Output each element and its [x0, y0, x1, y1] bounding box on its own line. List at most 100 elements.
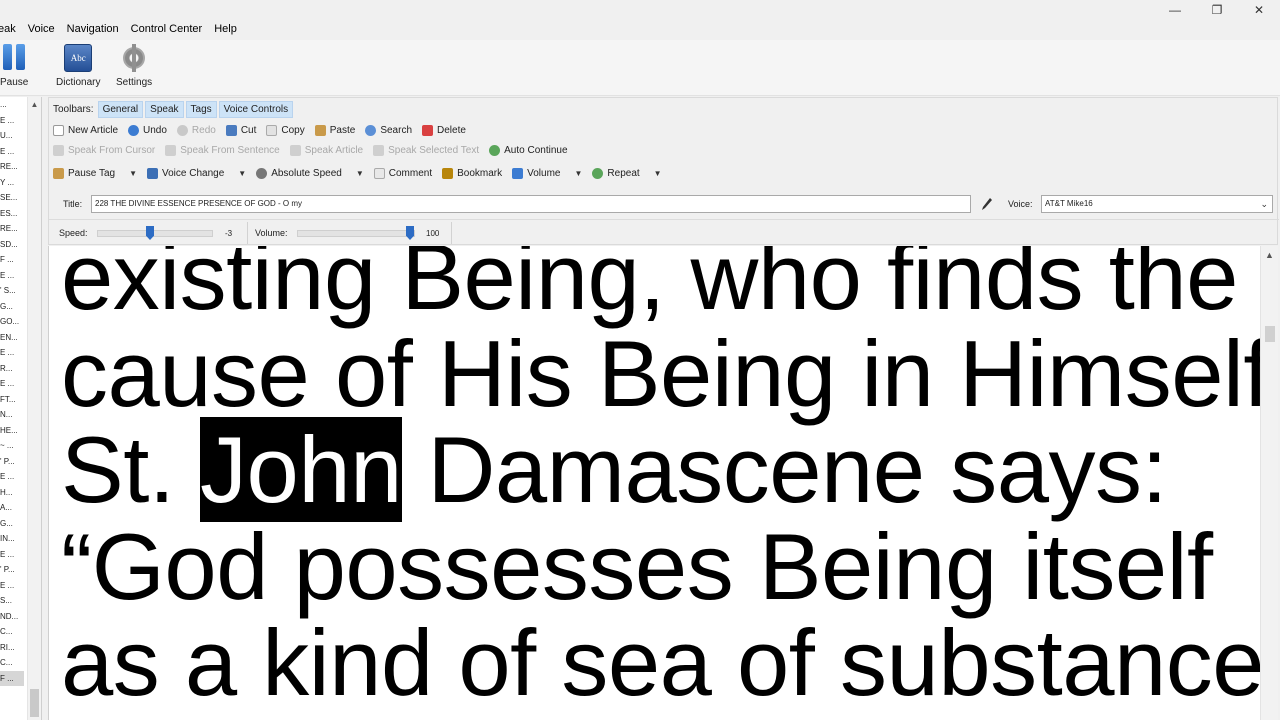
undo-button[interactable]: Undo: [128, 125, 167, 136]
tree-item[interactable]: G...: [0, 299, 24, 315]
menu-help[interactable]: Help: [208, 23, 243, 35]
comment-button[interactable]: Comment: [373, 168, 432, 179]
volume-button[interactable]: Volume ▼: [512, 168, 582, 179]
menu-bar: eak Voice Navigation Control Center Help: [0, 18, 243, 40]
pause-icon: [0, 44, 28, 72]
tree-item[interactable]: ' S...: [0, 283, 24, 299]
restore-button[interactable]: ❐: [1196, 0, 1238, 20]
tree-item[interactable]: ES...: [0, 206, 24, 222]
tree-item[interactable]: IN...: [0, 531, 24, 547]
close-button[interactable]: ✕: [1238, 0, 1280, 20]
document-scrollbar[interactable]: ▲: [1260, 246, 1278, 720]
tab-speak[interactable]: Speak: [145, 101, 184, 118]
tree-item[interactable]: SD...: [0, 237, 24, 253]
pen-icon[interactable]: [981, 197, 993, 211]
absolute-speed-button[interactable]: Absolute Speed ▼: [256, 168, 364, 179]
tree-item[interactable]: RE...: [0, 159, 24, 175]
tree-item[interactable]: SE...: [0, 190, 24, 206]
paste-button[interactable]: Paste: [314, 125, 355, 136]
repeat-button[interactable]: Repeat ▼: [592, 168, 662, 179]
tree-item[interactable]: HE...: [0, 423, 24, 439]
tree-item[interactable]: ...: [0, 97, 24, 113]
volume-slider[interactable]: [297, 226, 415, 240]
tree-scrollbar[interactable]: ▲: [27, 97, 41, 720]
chevron-down-icon[interactable]: ▼: [129, 169, 137, 178]
tree-item[interactable]: RE...: [0, 221, 24, 237]
chevron-down-icon[interactable]: ▼: [574, 169, 582, 178]
delete-button[interactable]: Delete: [422, 125, 466, 136]
tree-item[interactable]: E ...: [0, 268, 24, 284]
tree-item[interactable]: R...: [0, 361, 24, 377]
tree-item[interactable]: S...: [0, 593, 24, 609]
speak-from-cursor-button[interactable]: Speak From Cursor: [53, 145, 155, 156]
speak-from-sentence-button[interactable]: Speak From Sentence: [165, 145, 280, 156]
comment-icon: [373, 168, 385, 179]
tree-item[interactable]: E ...: [0, 113, 24, 129]
tree-item[interactable]: A...: [0, 500, 24, 516]
tree-item[interactable]: E ...: [0, 547, 24, 563]
tree-item[interactable]: ~ ...: [0, 438, 24, 454]
chevron-down-icon[interactable]: ▼: [238, 169, 246, 178]
tab-tags[interactable]: Tags: [185, 101, 217, 118]
settings-label: Settings: [116, 77, 153, 88]
menu-voice[interactable]: Voice: [22, 23, 61, 35]
tree-item[interactable]: Y ...: [0, 175, 24, 191]
tab-voice-controls[interactable]: Voice Controls: [218, 101, 294, 118]
tree-item[interactable]: E ...: [0, 578, 24, 594]
dictionary-label: Dictionary: [56, 77, 101, 88]
document-view[interactable]: existing Being, who finds the cause of H…: [48, 246, 1260, 720]
scroll-up-icon[interactable]: ▲: [28, 97, 41, 113]
speed-slider-thumb[interactable]: [146, 226, 154, 240]
tree-item[interactable]: H...: [0, 485, 24, 501]
tree-item[interactable]: E ...: [0, 376, 24, 392]
undo-icon: [128, 125, 140, 136]
tree-item[interactable]: F ...: [0, 670, 24, 686]
menu-navigation[interactable]: Navigation: [61, 23, 125, 35]
tree-item[interactable]: C...: [0, 655, 24, 671]
minimize-button[interactable]: —: [1154, 0, 1196, 20]
tree-item[interactable]: ND...: [0, 609, 24, 625]
pause-button[interactable]: Pause: [0, 44, 28, 88]
pause-tag-button[interactable]: Pause Tag ▼: [53, 168, 137, 179]
voice-select[interactable]: AT&T Mike16 ⌄: [1041, 195, 1273, 213]
speed-slider[interactable]: [97, 226, 213, 240]
tree-item[interactable]: E ...: [0, 345, 24, 361]
tab-general[interactable]: General: [97, 101, 144, 118]
tree-item[interactable]: RI...: [0, 640, 24, 656]
voice-change-button[interactable]: Voice Change ▼: [147, 168, 246, 179]
tree-item[interactable]: ' P...: [0, 562, 24, 578]
chevron-down-icon[interactable]: ▼: [654, 169, 662, 178]
chevron-down-icon[interactable]: ▼: [356, 169, 364, 178]
pause-label: Pause: [0, 77, 29, 88]
tree-item[interactable]: N...: [0, 407, 24, 423]
tree-item[interactable]: C...: [0, 624, 24, 640]
tree-item[interactable]: E ...: [0, 469, 24, 485]
auto-continue-button[interactable]: Auto Continue: [489, 145, 568, 156]
menu-speak[interactable]: eak: [0, 23, 22, 35]
redo-button[interactable]: Redo: [176, 125, 216, 136]
dictionary-button[interactable]: Abc Dictionary: [56, 44, 100, 88]
settings-button[interactable]: Settings: [116, 44, 152, 88]
new-article-button[interactable]: New Article: [53, 125, 118, 136]
document-line: St. John Damascene says:: [61, 417, 1168, 522]
tree-item[interactable]: GO...: [0, 314, 24, 330]
search-button[interactable]: Search: [365, 125, 412, 136]
bookmark-button[interactable]: Bookmark: [442, 168, 502, 179]
tree-item[interactable]: EN...: [0, 330, 24, 346]
menu-control-center[interactable]: Control Center: [125, 23, 209, 35]
speak-selected-text-button[interactable]: Speak Selected Text: [373, 145, 479, 156]
tree-item[interactable]: ' P...: [0, 454, 24, 470]
copy-button[interactable]: Copy: [266, 125, 305, 136]
title-input[interactable]: 228 THE DIVINE ESSENCE PRESENCE OF GOD -…: [91, 195, 971, 213]
document-scroll-thumb[interactable]: [1265, 326, 1275, 342]
tree-scroll-thumb[interactable]: [30, 689, 39, 717]
tree-item[interactable]: FT...: [0, 392, 24, 408]
scroll-up-icon[interactable]: ▲: [1261, 246, 1278, 264]
tree-item[interactable]: U...: [0, 128, 24, 144]
tree-item[interactable]: G...: [0, 516, 24, 532]
volume-slider-thumb[interactable]: [406, 226, 414, 240]
tree-item[interactable]: E ...: [0, 144, 24, 160]
tree-item[interactable]: F ...: [0, 252, 24, 268]
speak-article-button[interactable]: Speak Article: [289, 145, 363, 156]
cut-button[interactable]: Cut: [225, 125, 256, 136]
